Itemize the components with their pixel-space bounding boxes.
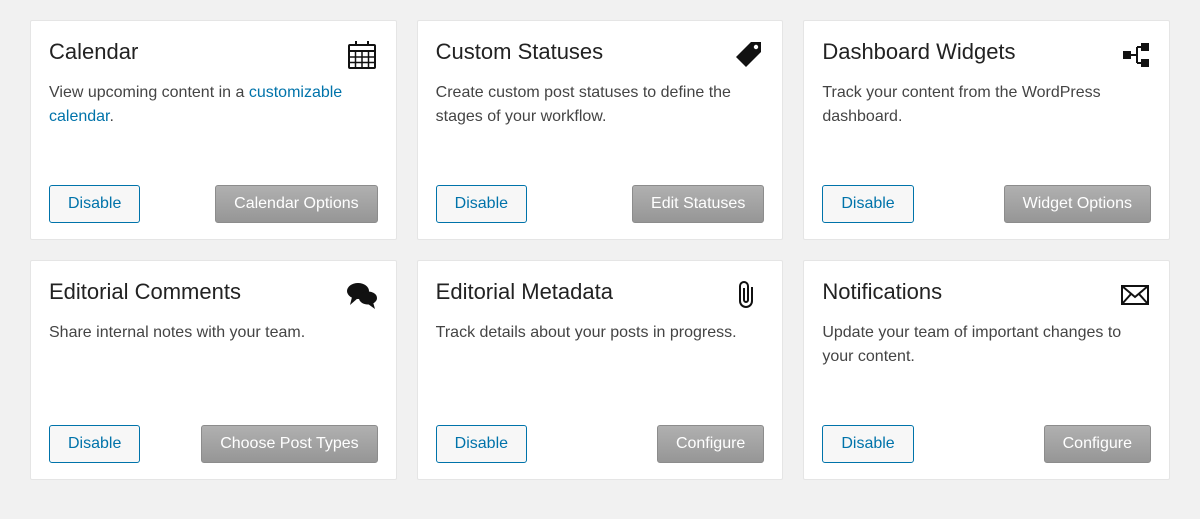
card-header: Dashboard Widgets [822, 39, 1151, 71]
card-notifications: Notifications Update your team of import… [803, 260, 1170, 480]
card-title: Calendar [49, 39, 138, 65]
card-description: Track your content from the WordPress da… [822, 81, 1151, 129]
calendar-options-button[interactable]: Calendar Options [215, 185, 378, 223]
tag-icon [732, 39, 764, 71]
card-description: Update your team of important changes to… [822, 321, 1151, 369]
card-header: Editorial Comments [49, 279, 378, 311]
card-editorial-metadata: Editorial Metadata Track details about y… [417, 260, 784, 480]
envelope-icon [1119, 279, 1151, 311]
card-header: Custom Statuses [436, 39, 765, 71]
configure-button[interactable]: Configure [1044, 425, 1151, 463]
card-title: Dashboard Widgets [822, 39, 1015, 65]
card-title: Custom Statuses [436, 39, 604, 65]
card-title: Notifications [822, 279, 942, 305]
choose-post-types-button[interactable]: Choose Post Types [201, 425, 377, 463]
disable-button[interactable]: Disable [49, 185, 140, 223]
card-header: Editorial Metadata [436, 279, 765, 311]
disable-button[interactable]: Disable [436, 425, 527, 463]
card-description: Track details about your posts in progre… [436, 321, 765, 345]
widget-options-button[interactable]: Widget Options [1004, 185, 1151, 223]
card-description: View upcoming content in a customizable … [49, 81, 378, 129]
card-actions: Disable Choose Post Types [49, 425, 378, 463]
card-actions: Disable Configure [436, 425, 765, 463]
card-title: Editorial Comments [49, 279, 241, 305]
edit-statuses-button[interactable]: Edit Statuses [632, 185, 764, 223]
widgets-icon [1119, 39, 1151, 71]
card-description: Share internal notes with your team. [49, 321, 378, 345]
disable-button[interactable]: Disable [49, 425, 140, 463]
configure-button[interactable]: Configure [657, 425, 764, 463]
card-custom-statuses: Custom Statuses Create custom post statu… [417, 20, 784, 240]
calendar-icon [346, 39, 378, 71]
paperclip-icon [732, 279, 764, 311]
card-editorial-comments: Editorial Comments Share internal notes … [30, 260, 397, 480]
comments-icon [346, 279, 378, 311]
desc-text-prefix: View upcoming content in a [49, 84, 249, 101]
card-actions: Disable Edit Statuses [436, 185, 765, 223]
card-actions: Disable Calendar Options [49, 185, 378, 223]
disable-button[interactable]: Disable [436, 185, 527, 223]
disable-button[interactable]: Disable [822, 425, 913, 463]
card-actions: Disable Widget Options [822, 185, 1151, 223]
desc-text-suffix: . [110, 108, 114, 125]
disable-button[interactable]: Disable [822, 185, 913, 223]
card-description: Create custom post statuses to define th… [436, 81, 765, 129]
card-title: Editorial Metadata [436, 279, 613, 305]
card-dashboard-widgets: Dashboard Widgets Track your content fro… [803, 20, 1170, 240]
module-grid: Calendar View upcoming content in a cust… [0, 0, 1200, 500]
card-header: Calendar [49, 39, 378, 71]
card-actions: Disable Configure [822, 425, 1151, 463]
card-header: Notifications [822, 279, 1151, 311]
card-calendar: Calendar View upcoming content in a cust… [30, 20, 397, 240]
